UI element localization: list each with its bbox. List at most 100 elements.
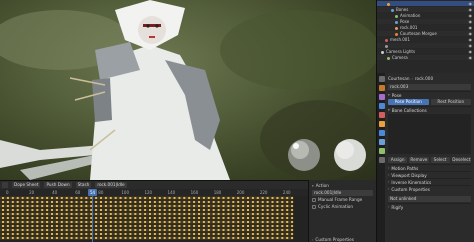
keyframe-marker <box>247 225 249 227</box>
editor-type-icon[interactable] <box>2 182 8 188</box>
keyframe-marker <box>256 237 259 239</box>
keyframe-marker <box>16 225 19 227</box>
keyframe-marker <box>75 201 78 203</box>
deselect-button[interactable]: Deselect <box>451 156 471 163</box>
object-tab-icon[interactable] <box>378 121 385 127</box>
viewport-display-header[interactable]: › Viewport Display <box>388 171 471 178</box>
visibility-eye-icon[interactable]: ◉ <box>469 31 473 36</box>
visibility-eye-icon[interactable]: ◉ <box>469 13 473 18</box>
keyframe-marker <box>65 197 68 199</box>
visibility-eye-icon[interactable]: ◉ <box>469 43 473 48</box>
select-button[interactable]: Select <box>430 156 450 163</box>
cyclic-animation-checkbox[interactable] <box>312 204 316 209</box>
keyframe-marker <box>227 197 230 199</box>
scene-tab-icon[interactable] <box>378 103 385 109</box>
keyframe-marker <box>134 201 137 203</box>
modifier-tab-icon[interactable] <box>378 130 385 136</box>
outliner-row[interactable]: Animation ◉ <box>377 13 474 18</box>
keyframe-marker <box>31 197 34 199</box>
keyframe-marker <box>134 217 137 219</box>
bone-collections-header[interactable]: ▾ Bone Collections <box>388 106 471 113</box>
outliner-row[interactable]: rock.001 ◉ <box>377 25 474 30</box>
constraint-tab-icon[interactable] <box>378 139 385 145</box>
push-down-button[interactable]: Push Down <box>44 182 72 188</box>
visibility-eye-icon[interactable]: ◉ <box>469 37 473 42</box>
keyframe-marker <box>90 205 93 207</box>
assign-button[interactable]: Assign <box>388 156 408 163</box>
keyframe-marker <box>286 213 289 215</box>
keyframe-marker <box>212 201 215 203</box>
action-panel[interactable]: ▾ Action rock.001|Idle Manual Frame Rang… <box>308 180 376 242</box>
visibility-eye-icon[interactable]: ◉ <box>469 49 473 54</box>
keyframe-marker <box>193 197 196 199</box>
outliner-row[interactable]: Camera Lights ◉ <box>377 49 474 54</box>
visibility-eye-icon[interactable]: ◉ <box>469 7 473 12</box>
pose-position-button[interactable]: Pose Position <box>388 98 429 105</box>
outliner-row[interactable]: ◉ <box>377 1 474 6</box>
properties-tabs[interactable] <box>376 73 385 242</box>
visibility-eye-icon[interactable]: ◉ <box>469 25 473 30</box>
keyframe-marker <box>158 237 161 239</box>
world-tab-icon[interactable] <box>378 112 385 118</box>
output-tab-icon[interactable] <box>378 94 385 100</box>
visibility-eye-icon[interactable]: ◉ <box>469 19 473 24</box>
keyframe-marker <box>232 237 235 239</box>
3d-viewport[interactable] <box>0 0 376 180</box>
inverse-kinematics-header[interactable]: › Inverse Kinematics <box>388 178 471 185</box>
armature-data-tab-icon[interactable] <box>378 148 385 154</box>
not-unlinked-field[interactable]: Not unlinked <box>388 195 471 202</box>
remove-button[interactable]: Remove <box>409 156 429 163</box>
chevron-right-icon: › <box>411 76 413 81</box>
action-name-field[interactable]: rock.001|Idle <box>312 189 373 196</box>
outliner-row[interactable]: Bones ◉ <box>377 7 474 12</box>
outliner-row[interactable]: Pose ◉ <box>377 19 474 24</box>
bone-collections-list[interactable] <box>388 114 471 154</box>
keyframe-marker <box>114 205 117 207</box>
dope-sheet-header: Dope Sheet Push Down Stash rock.001|Idle <box>0 181 308 189</box>
manual-frame-range-checkbox[interactable] <box>312 197 316 202</box>
keyframe-marker <box>242 197 245 199</box>
data-name-field[interactable]: rock.003 <box>388 83 471 90</box>
dope-sheet-editor[interactable]: Dope Sheet Push Down Stash rock.001|Idle… <box>0 180 308 242</box>
keyframe-marker <box>95 225 98 227</box>
properties-panel[interactable]: Courtesan › rock.000 rock.003 ▾ Pose Pos… <box>385 73 474 242</box>
custom-properties-header[interactable]: › Custom Properties <box>388 185 471 192</box>
action-selector[interactable]: rock.001|Idle <box>95 182 127 188</box>
render-tab-icon[interactable] <box>378 85 385 91</box>
keyframe-marker <box>139 225 142 227</box>
motion-paths-header[interactable]: › Motion Paths <box>388 164 471 171</box>
keyframe-marker <box>168 221 171 223</box>
keyframe-marker <box>65 237 68 239</box>
keyframe-marker <box>65 201 68 203</box>
keyframe-marker <box>266 201 269 203</box>
mode-dropdown[interactable]: Dope Sheet <box>12 182 41 188</box>
keyframe-marker <box>149 201 151 203</box>
keyframe-marker <box>247 217 249 219</box>
keyframe-marker <box>153 213 156 215</box>
pose-section-header[interactable]: ▾ Pose <box>388 91 471 98</box>
keyframe-marker <box>51 197 53 199</box>
bone-tab-icon[interactable] <box>378 157 385 163</box>
outliner-row[interactable]: mesh.001 ◉ <box>377 37 474 42</box>
outliner[interactable]: ◉ Bones ◉ Animation ◉ Pose ◉ rock.001 ◉ Courtesan… <box>376 0 474 73</box>
tool-tab-icon[interactable] <box>378 76 385 82</box>
frame-ruler[interactable]: 0 20 40 60 80 100 120 140 160 180 200 220 240 <box>0 189 308 196</box>
keyframe-marker <box>281 201 284 203</box>
keyframe-marker <box>202 221 205 223</box>
rigify-header[interactable]: › Rigify <box>388 203 471 210</box>
outliner-row[interactable]: ◉ <box>377 43 474 48</box>
outliner-row[interactable]: Camera ◉ <box>377 55 474 60</box>
outliner-row[interactable]: Courtesan Morgue ◉ <box>377 31 474 36</box>
visibility-eye-icon[interactable]: ◉ <box>469 1 473 6</box>
keyframe-marker <box>237 233 240 235</box>
current-frame-indicator[interactable]: 54 <box>88 189 97 196</box>
visibility-eye-icon[interactable]: ◉ <box>469 55 473 60</box>
keyframe-marker <box>153 233 156 235</box>
keyframe-marker <box>2 225 4 227</box>
keyframe-marker <box>100 233 102 235</box>
stash-button[interactable]: Stash <box>75 182 92 188</box>
keyframe-marker <box>104 217 107 219</box>
keyframe-tracks[interactable] <box>0 196 308 242</box>
rest-position-button[interactable]: Rest Position <box>430 98 471 105</box>
keyframe-marker <box>178 205 181 207</box>
